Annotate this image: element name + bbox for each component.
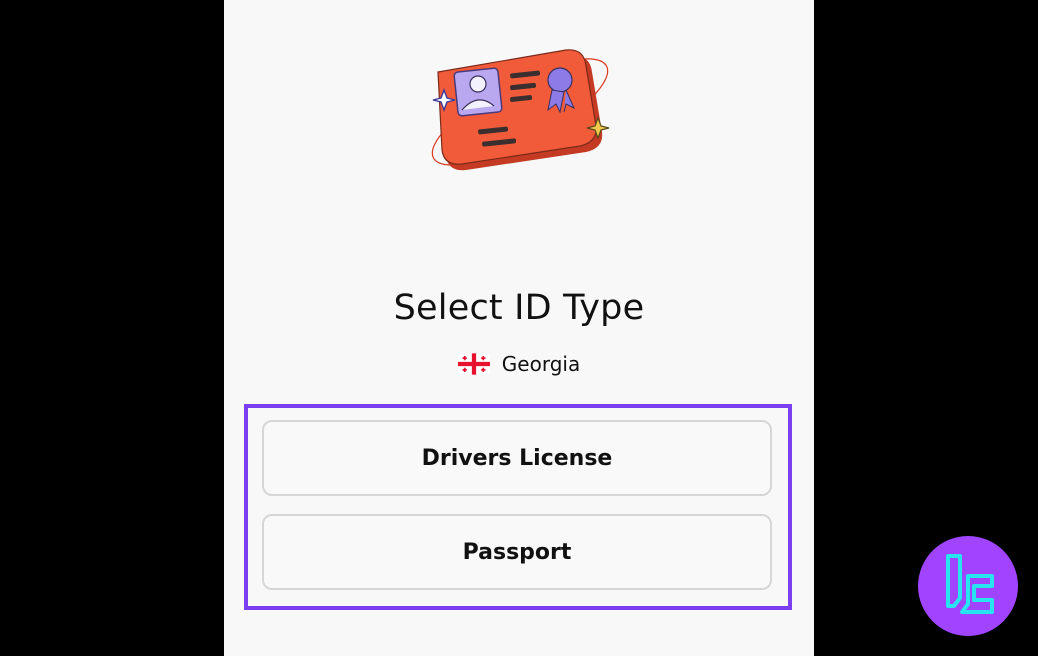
id-card-icon [431, 49, 610, 171]
drivers-license-button[interactable]: Drivers License [262, 420, 772, 496]
page-title: Select ID Type [393, 288, 645, 328]
id-type-options-highlight: Drivers License Passport [244, 404, 792, 610]
country-indicator: Georgia [224, 352, 814, 376]
country-name: Georgia [501, 352, 581, 376]
georgia-flag-icon [457, 353, 490, 375]
id-type-panel: Select ID Type Georgia Drivers License P… [224, 0, 814, 656]
passport-button[interactable]: Passport [262, 514, 772, 590]
brand-logo-icon [918, 536, 1018, 636]
screen: Select ID Type Georgia Drivers License P… [0, 0, 1038, 656]
